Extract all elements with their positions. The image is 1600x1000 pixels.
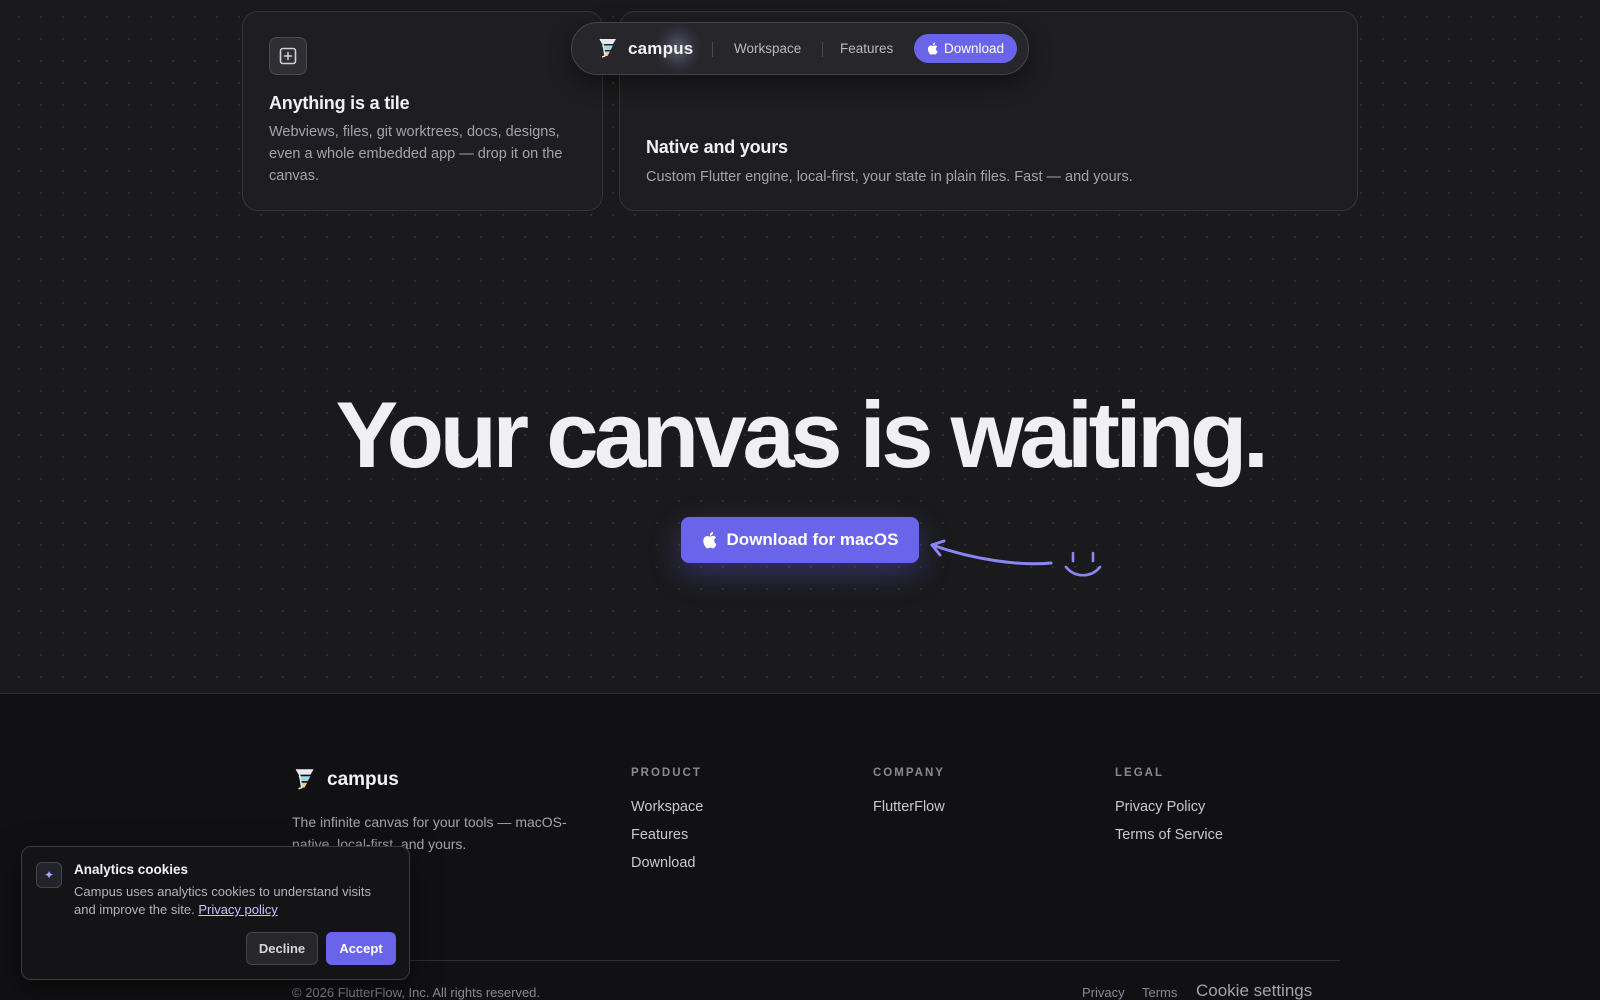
card-description: Webviews, files, git worktrees, docs, de… xyxy=(269,124,563,184)
footer-link-flutterflow[interactable]: FlutterFlow xyxy=(873,793,945,821)
cookie-banner: ✦ Analytics cookies Campus uses analytic… xyxy=(21,846,410,980)
nav-link-workspace[interactable]: Workspace xyxy=(734,41,801,56)
apple-icon xyxy=(927,42,938,55)
nav-divider xyxy=(712,42,713,57)
footer-column-heading: LEGAL xyxy=(1115,767,1164,779)
footer-divider xyxy=(292,960,1340,961)
nav-download-button[interactable]: Download xyxy=(914,34,1017,63)
footer-copyright: © 2026 FlutterFlow, Inc. All rights rese… xyxy=(292,985,541,1000)
cookie-banner-text: Campus uses analytics cookies to underst… xyxy=(74,883,394,919)
nav-link-features[interactable]: Features xyxy=(840,41,893,56)
footer-bottom-link-privacy[interactable]: Privacy xyxy=(1082,985,1125,1000)
footer-link-features[interactable]: Features xyxy=(631,821,703,849)
footer-brand[interactable]: campus xyxy=(327,769,399,791)
arrow-smiley-doodle-icon xyxy=(930,539,1102,577)
cookie-privacy-policy-link[interactable]: Privacy policy xyxy=(198,902,277,917)
footer-link-privacy-policy[interactable]: Privacy Policy xyxy=(1115,793,1223,821)
nav-divider xyxy=(822,42,823,57)
feature-card-tiles: Anything is a tile Webviews, files, git … xyxy=(242,11,603,211)
footer-column-heading: PRODUCT xyxy=(631,767,702,779)
footer-column-legal: LEGAL Privacy Policy Terms of Service xyxy=(1115,767,1223,849)
footer-column-company: COMPANY FlutterFlow xyxy=(873,767,945,821)
cookie-decline-button[interactable]: Decline xyxy=(246,932,318,965)
campus-logo-icon[interactable] xyxy=(292,766,318,792)
nav-brand[interactable]: campus xyxy=(628,39,693,59)
nav-download-label: Download xyxy=(943,41,1005,56)
cookie-accept-button[interactable]: Accept xyxy=(326,932,396,965)
apple-icon xyxy=(702,531,716,549)
card-title: Native and yours xyxy=(646,137,788,157)
card-title: Anything is a tile xyxy=(269,93,410,113)
sparkle-icon: ✦ xyxy=(36,862,62,888)
footer-column-heading: COMPANY xyxy=(873,767,945,779)
footer-link-workspace[interactable]: Workspace xyxy=(631,793,703,821)
cookie-banner-title: Analytics cookies xyxy=(74,862,189,877)
top-navigation: campus Workspace Features Download xyxy=(571,22,1029,75)
hero-title: Your canvas is waiting. xyxy=(335,382,1269,487)
plus-square-icon xyxy=(269,37,307,75)
download-macos-label: Download for macOS xyxy=(726,530,899,549)
campus-logo-icon[interactable] xyxy=(596,36,620,60)
footer-column-product: PRODUCT Workspace Features Download xyxy=(631,767,703,877)
download-macos-button[interactable]: Download for macOS xyxy=(681,517,919,563)
footer-bottom-link-terms[interactable]: Terms xyxy=(1142,985,1177,1000)
footer-link-download[interactable]: Download xyxy=(631,849,703,877)
footer-link-terms-of-service[interactable]: Terms of Service xyxy=(1115,821,1223,849)
card-description: Custom Flutter engine, local-first, your… xyxy=(646,169,1133,185)
cookie-settings-link[interactable]: Cookie settings xyxy=(1196,981,1312,1000)
